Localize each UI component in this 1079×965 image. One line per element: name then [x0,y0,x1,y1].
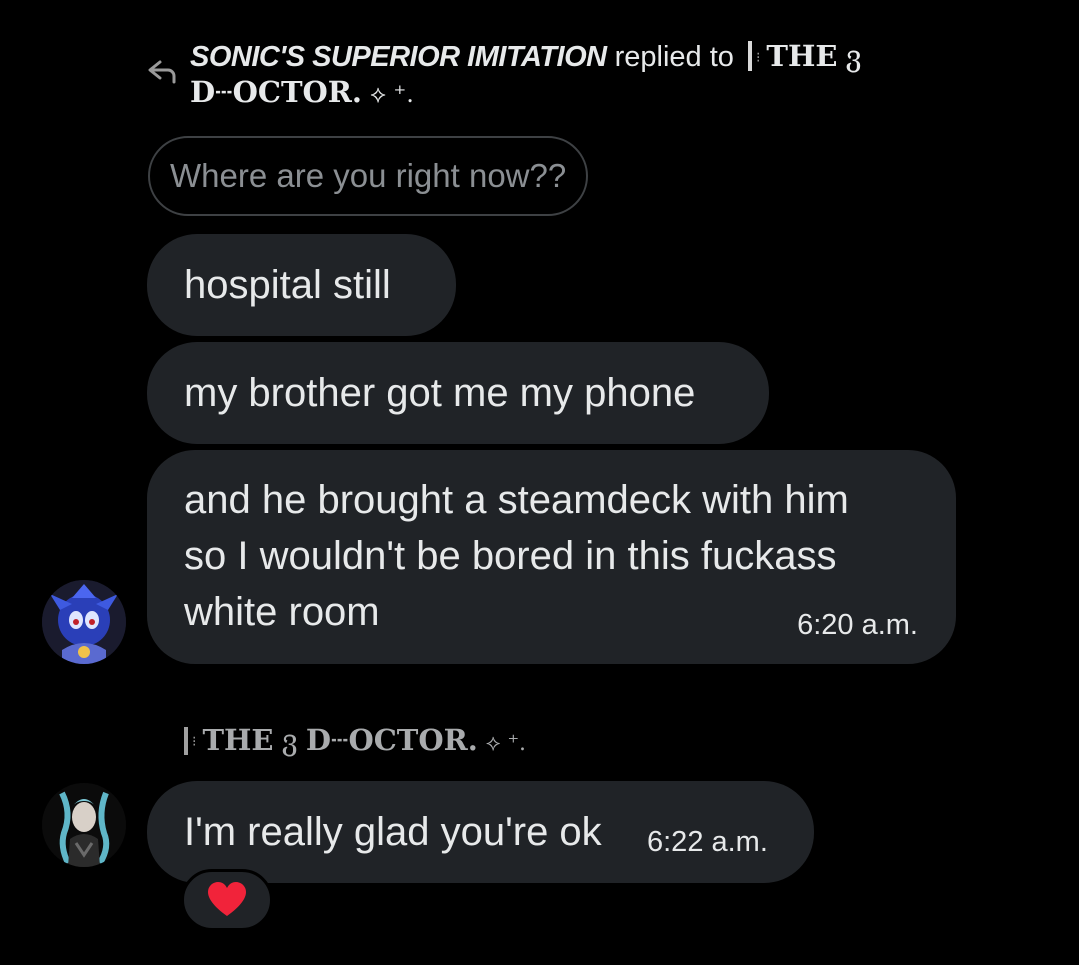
reaction-pill[interactable] [181,869,273,931]
sender-name-suffix: ⟡ ⁺. [485,731,527,756]
sender-name-part1: THE [202,723,274,757]
reply-target-line2: D┄OCTOR. ⟡ ⁺. [190,74,414,112]
dots-decoration: ⁝ [192,733,197,749]
reply-target-suffix: ⟡ ⁺. [370,80,414,108]
quoted-message[interactable]: Where are you right now?? [148,136,589,216]
message-timestamp: 6:22 a.m. [647,826,768,858]
message-text-line: and he brought a steamdeck with him [184,478,849,522]
sender-name-mark: ვ [281,723,298,757]
message-bubble[interactable]: I'm really glad you're ok 6:22 a.m. [147,781,814,883]
recipient-avatar[interactable] [42,783,126,867]
reply-arrow-icon [148,60,176,84]
dots-decoration: ⁝ [755,49,761,65]
message-bubble[interactable]: and he brought a steamdeck with him so I… [147,450,956,664]
sender-name[interactable]: ⁝ THE ვ D┄OCTOR. ⟡ ⁺. [184,722,526,762]
message-text: I'm really glad you're ok [184,810,602,854]
quoted-message-text: Where are you right now?? [170,157,567,194]
reply-author-name[interactable]: SONIC'S SUPERIOR IMITATION [190,41,607,73]
name-bar-decoration [184,727,188,755]
reply-target-name-part2[interactable]: D┄OCTOR. [190,75,362,109]
message-text: hospital still [184,263,391,307]
sender-avatar[interactable] [42,580,126,664]
message-timestamp: 6:20 a.m. [797,609,918,641]
message-text-line: so I wouldn't be bored in this fuckass [184,534,837,578]
reply-context-line: SONIC'S SUPERIOR IMITATION replied to ⁝ TH… [190,38,862,75]
reply-verb: replied to [614,41,734,73]
message-bubble[interactable]: hospital still [147,234,456,336]
avatar-image-icon [42,783,126,867]
reply-target-name-part1[interactable]: THE [766,39,837,73]
reply-target-mark: ვ [845,39,862,73]
heart-icon [208,882,246,916]
sender-name-part2: D┄OCTOR. [305,723,478,757]
avatar-image-icon [42,580,126,664]
message-text: my brother got me my phone [184,371,696,415]
message-bubble[interactable]: my brother got me my phone [147,342,769,444]
name-bar-decoration [747,41,752,71]
